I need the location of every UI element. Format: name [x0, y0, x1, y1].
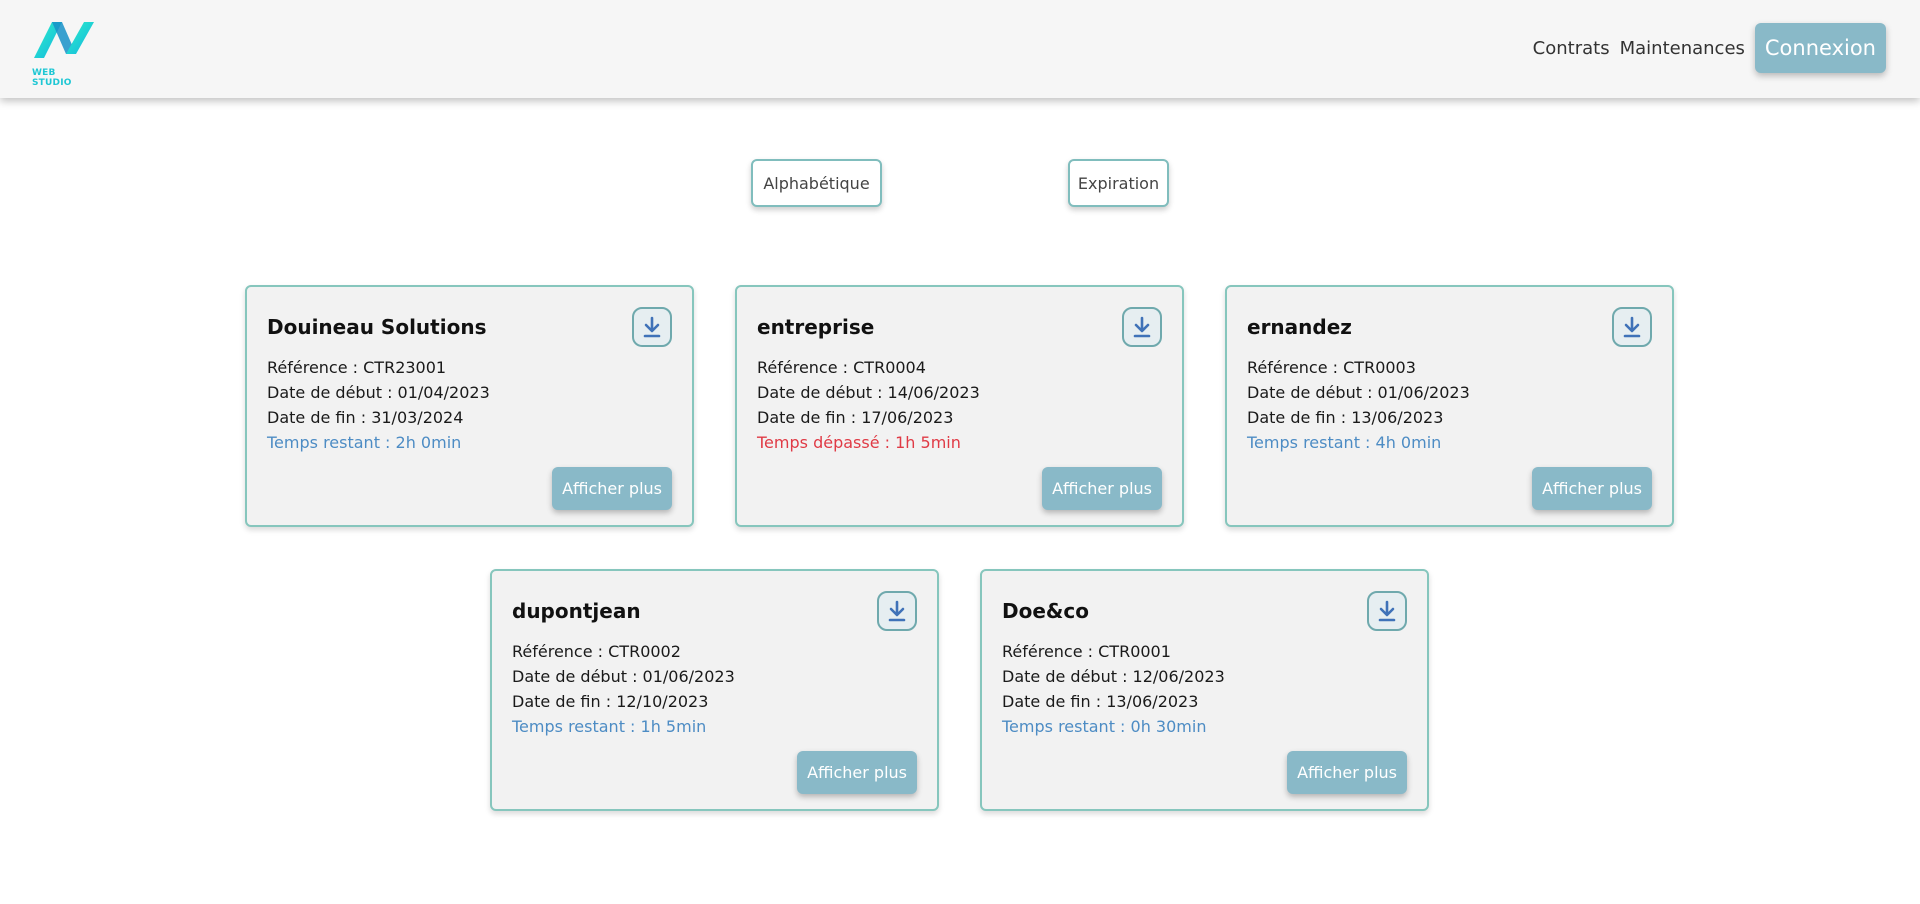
download-icon [643, 316, 661, 338]
contract-card: Doe&co Référence : CTR0001 Date de début… [980, 569, 1429, 811]
download-button[interactable] [632, 307, 672, 347]
show-more-button[interactable]: Afficher plus [1532, 467, 1652, 510]
contract-card: ernandez Référence : CTR0003 Date de déb… [1225, 285, 1674, 527]
card-end-date: Date de fin : 12/10/2023 [512, 692, 709, 711]
logo-icon [34, 22, 94, 58]
card-reference: Référence : CTR0001 [1002, 642, 1171, 661]
contract-card: dupontjean Référence : CTR0002 Date de d… [490, 569, 939, 811]
show-more-button[interactable]: Afficher plus [552, 467, 672, 510]
nav-contrats[interactable]: Contrats [1533, 38, 1610, 59]
sort-alphabetical-button[interactable]: Alphabétique [751, 159, 882, 207]
show-more-button[interactable]: Afficher plus [1287, 751, 1407, 794]
download-button[interactable] [1122, 307, 1162, 347]
sort-expiration-button[interactable]: Expiration [1068, 159, 1169, 207]
card-start-date: Date de début : 01/04/2023 [267, 383, 490, 402]
card-time-status: Temps dépassé : 1h 5min [757, 433, 961, 452]
download-button[interactable] [877, 591, 917, 631]
card-title: ernandez [1247, 315, 1352, 339]
card-start-date: Date de début : 12/06/2023 [1002, 667, 1225, 686]
main-nav: Contrats Maintenances Connexion [1533, 23, 1886, 73]
download-button[interactable] [1612, 307, 1652, 347]
card-title: entreprise [757, 315, 875, 339]
download-icon [888, 600, 906, 622]
card-title: Doe&co [1002, 599, 1089, 623]
card-start-date: Date de début : 14/06/2023 [757, 383, 980, 402]
contract-card: Douineau Solutions Référence : CTR23001 … [245, 285, 694, 527]
card-reference: Référence : CTR23001 [267, 358, 447, 377]
login-button[interactable]: Connexion [1754, 23, 1886, 73]
download-icon [1133, 316, 1151, 338]
card-reference: Référence : CTR0003 [1247, 358, 1416, 377]
card-end-date: Date de fin : 31/03/2024 [267, 408, 464, 427]
download-button[interactable] [1367, 591, 1407, 631]
nav-maintenances[interactable]: Maintenances [1620, 38, 1745, 59]
card-end-date: Date de fin : 13/06/2023 [1247, 408, 1444, 427]
card-time-status: Temps restant : 0h 30min [1002, 717, 1207, 736]
card-reference: Référence : CTR0004 [757, 358, 926, 377]
download-icon [1378, 600, 1396, 622]
card-start-date: Date de début : 01/06/2023 [512, 667, 735, 686]
download-icon [1623, 316, 1641, 338]
card-reference: Référence : CTR0002 [512, 642, 681, 661]
contract-card: entreprise Référence : CTR0004 Date de d… [735, 285, 1184, 527]
card-end-date: Date de fin : 13/06/2023 [1002, 692, 1199, 711]
card-end-date: Date de fin : 17/06/2023 [757, 408, 954, 427]
card-title: Douineau Solutions [267, 315, 487, 339]
card-time-status: Temps restant : 1h 5min [512, 717, 707, 736]
show-more-button[interactable]: Afficher plus [797, 751, 917, 794]
card-title: dupontjean [512, 599, 641, 623]
card-time-status: Temps restant : 2h 0min [267, 433, 462, 452]
logo[interactable]: WEB STUDIO [32, 18, 96, 88]
card-time-status: Temps restant : 4h 0min [1247, 433, 1442, 452]
header: WEB STUDIO Contrats Maintenances Connexi… [0, 0, 1920, 98]
card-start-date: Date de début : 01/06/2023 [1247, 383, 1470, 402]
show-more-button[interactable]: Afficher plus [1042, 467, 1162, 510]
logo-text: WEB STUDIO [32, 68, 72, 88]
